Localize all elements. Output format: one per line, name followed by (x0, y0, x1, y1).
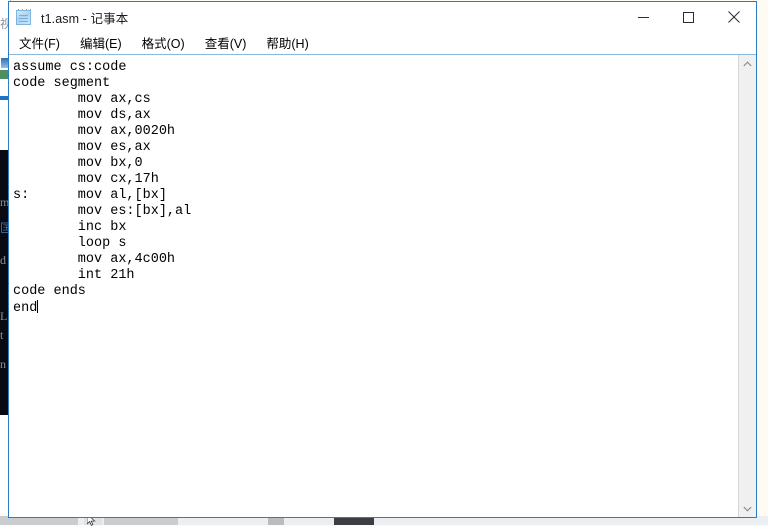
chevron-down-icon (743, 506, 752, 512)
vertical-scrollbar[interactable] (738, 55, 756, 517)
scrollbar-track[interactable] (739, 72, 756, 500)
menu-format[interactable]: 格式(O) (141, 32, 186, 53)
scroll-down-button[interactable] (739, 500, 756, 517)
background-text-fragment: L (0, 309, 8, 323)
background-icon-a (1, 58, 8, 68)
minimize-icon (638, 16, 649, 18)
notepad-window: t1.asm - 记事本 文件(F) 编辑(E) 格式(O) 查看(V) 帮助(… (8, 1, 757, 518)
text-caret (37, 300, 39, 313)
close-icon (727, 11, 740, 23)
text-editor[interactable]: assume cs:code code segment mov ax,cs mo… (9, 55, 738, 517)
title-bar[interactable]: t1.asm - 记事本 (9, 2, 756, 32)
menu-edit[interactable]: 编辑(E) (79, 32, 123, 53)
menu-help[interactable]: 帮助(H) (265, 32, 309, 53)
menu-bar: 文件(F) 编辑(E) 格式(O) 查看(V) 帮助(H) (9, 32, 756, 54)
background-icon-b (0, 70, 8, 79)
window-controls (621, 2, 756, 32)
notepad-icon (16, 8, 33, 26)
minimize-button[interactable] (621, 2, 666, 32)
background-text-fragment: n (0, 357, 6, 371)
editor-area: assume cs:code code segment mov ax,cs mo… (9, 54, 756, 517)
maximize-icon (683, 11, 694, 23)
menu-file[interactable]: 文件(F) (18, 32, 61, 53)
menu-view[interactable]: 查看(V) (204, 32, 248, 53)
background-text-fragment: t (0, 328, 4, 342)
chevron-up-icon (743, 60, 752, 66)
close-button[interactable] (711, 2, 756, 32)
maximize-button[interactable] (666, 2, 711, 32)
editor-text: assume cs:code code segment mov ax,cs mo… (13, 60, 192, 316)
editor-text-content: assume cs:code code segment mov ax,cs mo… (9, 57, 738, 317)
background-text-fragment: d (0, 253, 6, 267)
scroll-up-button[interactable] (739, 55, 756, 72)
window-title: t1.asm - 记事本 (41, 11, 129, 26)
